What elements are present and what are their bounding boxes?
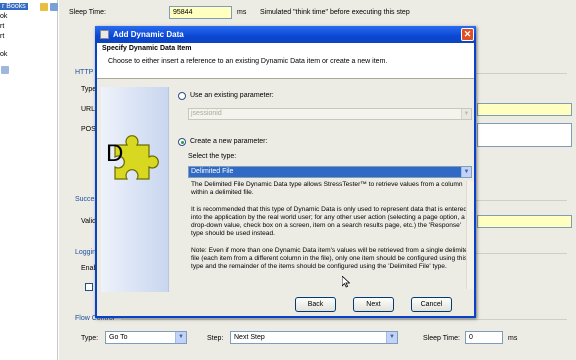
log-checkbox[interactable] xyxy=(85,283,93,291)
create-new-radio[interactable] xyxy=(178,138,186,146)
chevron-down-icon: ▼ xyxy=(461,109,471,119)
flow-sleep-unit: ms xyxy=(508,335,518,342)
type-label: Type xyxy=(81,86,97,93)
chevron-down-icon: ▼ xyxy=(386,332,397,343)
book-icon xyxy=(50,3,58,11)
type-description: The Delimited File Dynamic Data type all… xyxy=(191,181,473,288)
type-select[interactable]: Delimited File ▼ xyxy=(188,166,472,178)
close-button[interactable]: ✕ xyxy=(461,28,474,41)
description-scrollbar[interactable] xyxy=(466,181,474,289)
group-divider xyxy=(121,319,567,320)
next-button[interactable]: Next xyxy=(353,297,394,312)
flow-sleep-label: Sleep Time: xyxy=(423,335,460,342)
create-new-label: Create a new parameter: xyxy=(190,138,268,145)
dialog-button-bar: Back Next Cancel xyxy=(95,292,476,318)
header-subtitle: Choose to either insert a reference to a… xyxy=(108,58,388,65)
back-button[interactable]: Back xyxy=(295,297,336,312)
description-paragraph: Note: Even if more than one Dynamic Data… xyxy=(191,246,472,271)
app-icon xyxy=(100,30,109,39)
flow-step-value: Next Step xyxy=(234,334,265,341)
tree-item[interactable]: rt xyxy=(0,22,4,32)
tree-item[interactable]: ok xyxy=(0,12,7,22)
flow-type-label: Type: xyxy=(81,335,99,342)
puzzle-icon: D xyxy=(106,135,159,180)
validate-input[interactable] xyxy=(477,215,572,228)
dialog-titlebar[interactable]: Add Dynamic Data ✕ xyxy=(95,26,476,43)
description-paragraph: It is recommended that this type of Dyna… xyxy=(191,205,467,238)
tree-item[interactable]: rt xyxy=(0,32,4,42)
tree-item-label: r Books xyxy=(0,3,28,10)
url-input[interactable] xyxy=(477,103,572,116)
page-icon xyxy=(1,66,9,74)
flow-type-value: Go To xyxy=(109,334,128,341)
dialog-header: Specify Dynamic Data Item Choose to eith… xyxy=(97,43,474,79)
cancel-button[interactable]: Cancel xyxy=(411,297,452,312)
tree-item-label: rt xyxy=(0,23,5,30)
wizard-side-panel: D xyxy=(101,87,169,307)
sleep-time-label: Sleep Time: xyxy=(69,9,106,16)
project-tree: r Books ok rt rt ok xyxy=(0,0,58,360)
flow-sleep-input[interactable]: 0 xyxy=(465,331,503,344)
puzzle-letter: D xyxy=(106,140,123,167)
flow-type-select[interactable]: Go To ▼ xyxy=(105,331,187,344)
flow-step-select[interactable]: Next Step ▼ xyxy=(230,331,398,344)
use-existing-label: Use an existing parameter: xyxy=(190,92,274,99)
sleep-unit-label: ms xyxy=(237,9,247,16)
chevron-down-icon: ▼ xyxy=(175,332,186,343)
folder-icon xyxy=(40,3,48,11)
sleep-time-input[interactable]: 95844 xyxy=(169,6,232,19)
existing-parameter-value: jsessionid xyxy=(191,110,222,117)
tree-item[interactable]: ok xyxy=(0,50,7,60)
existing-parameter-select[interactable]: jsessionid ▼ xyxy=(188,108,472,120)
tree-item[interactable]: r Books xyxy=(0,2,28,12)
chevron-down-icon: ▼ xyxy=(461,167,471,177)
use-existing-radio[interactable] xyxy=(178,92,186,100)
flow-step-label: Step: xyxy=(207,335,224,342)
mouse-pointer-icon xyxy=(342,276,350,288)
tree-item-label: ok xyxy=(0,13,8,20)
type-select-value: Delimited File xyxy=(191,168,234,175)
post-input[interactable] xyxy=(477,123,572,147)
tree-item-label: ok xyxy=(0,51,8,58)
header-title: Specify Dynamic Data Item xyxy=(102,45,192,52)
sleep-hint: Simulated "think time" before executing … xyxy=(260,9,410,16)
radio-selected-dot xyxy=(181,141,184,144)
dialog-title: Add Dynamic Data xyxy=(113,30,184,39)
http-group-label: HTTP I xyxy=(75,69,98,76)
description-paragraph: The Delimited File Dynamic Data type all… xyxy=(191,181,463,197)
tree-item-label: rt xyxy=(0,33,5,40)
select-type-label: Select the type: xyxy=(188,153,237,160)
